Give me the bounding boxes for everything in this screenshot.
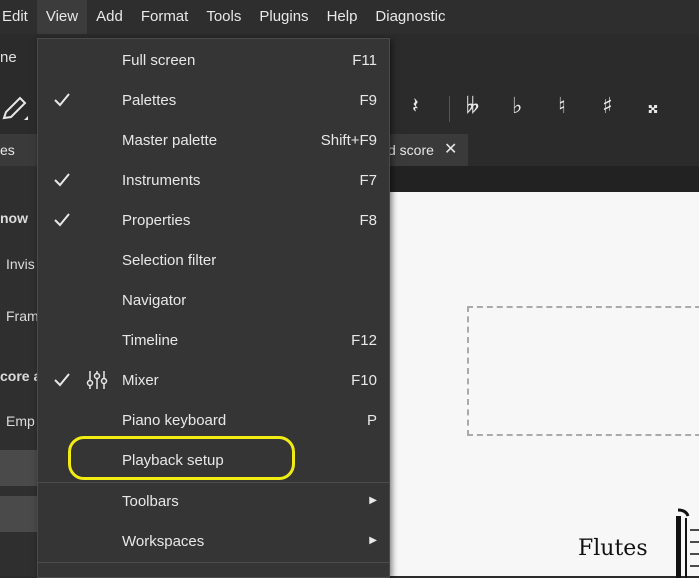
empty-option-label[interactable]: Emp [6,413,35,429]
panel-tab[interactable]: es [0,134,38,166]
menu-item-mixer[interactable]: Mixer F10 [38,361,389,401]
checkmark-icon [54,173,70,187]
checkmark-icon [54,213,70,227]
menu-help[interactable]: Help [318,0,367,34]
menu-item-label: Workspaces [122,533,205,550]
bracket-icon [676,508,699,578]
score-view-header [388,166,699,192]
shortcut-label: F11 [352,52,377,69]
menu-item-label: Navigator [122,292,187,309]
menu-item-label: Selection filter [122,252,217,269]
score-tab-label: d score [388,142,434,158]
menu-plugins[interactable]: Plugins [250,0,317,34]
score-tab[interactable]: d score ✕ [388,134,468,166]
sharp-icon[interactable]: ♯ [602,94,613,119]
menu-item-timeline[interactable]: Timeline F12 [38,321,389,361]
submenu-arrow-icon: ▶ [369,535,377,546]
menu-item-master-palette[interactable]: Master palette Shift+F9 [38,121,389,161]
shortcut-label: Shift+F9 [320,132,377,149]
menu-item-label: Full screen [122,52,196,69]
shortcut-label: F10 [351,372,377,389]
instrument-name: Flutes [578,536,648,561]
menu-item-label: Timeline [122,332,179,349]
menu-item-properties[interactable]: Properties F8 [38,201,389,241]
menu-item-label: Master palette [122,132,218,149]
checkmark-icon [54,93,70,107]
mixer-icon [86,371,108,389]
panel-section-show: now [0,210,28,226]
menu-format[interactable]: Format [132,0,198,34]
close-icon[interactable]: ✕ [444,134,457,166]
menu-bar: Edit View Add Format Tools Plugins Help … [0,0,699,34]
pencil-icon[interactable] [0,94,30,124]
menu-add[interactable]: Add [87,0,132,34]
menu-tools[interactable]: Tools [197,0,250,34]
menu-item-label: Toolbars [122,493,179,510]
menu-item-palettes[interactable]: Palettes F9 [38,81,389,121]
menu-item-toolbars[interactable]: Toolbars ▶ [38,482,389,522]
submenu-arrow-icon: ▶ [369,495,377,506]
home-tab[interactable]: ne [0,49,17,66]
menu-item-navigator[interactable]: Navigator [38,281,389,321]
highlight-annotation [68,436,295,480]
shortcut-label: F8 [359,212,377,229]
rest-icon[interactable]: 𝄽 [412,94,419,119]
menu-item-instruments[interactable]: Instruments F7 [38,161,389,201]
frame-option-label[interactable]: Fram [6,308,39,324]
menu-item-label: Palettes [122,92,177,109]
flat-icon[interactable]: ♭ [512,94,522,119]
properties-panel: es now Invis Fram core a Emp [0,134,42,576]
score-canvas[interactable]: Flutes [388,192,699,578]
view-menu-dropdown: Full screen F11 Palettes F9 Master palet… [37,38,390,578]
menu-diagnostic[interactable]: Diagnostic [366,0,454,34]
panel-button[interactable] [0,450,38,486]
double-flat-icon[interactable]: 𝄫 [466,94,479,119]
menu-item-selection-filter[interactable]: Selection filter [38,241,389,281]
menu-item-piano-keyboard[interactable]: Piano keyboard P [38,401,389,441]
menu-item-workspaces[interactable]: Workspaces ▶ [38,522,389,562]
checkmark-icon [54,373,70,387]
invisible-checkbox-label[interactable]: Invis [6,256,35,272]
natural-icon[interactable]: ♮ [558,94,566,119]
menu-item-label: Instruments [122,172,201,189]
shortcut-label: F9 [359,92,377,109]
double-sharp-icon[interactable]: 𝄪 [648,94,658,119]
menu-item-label: Piano keyboard [122,412,227,429]
shortcut-label: P [366,412,377,429]
shortcut-label: F12 [351,332,377,349]
toolbar-divider [449,96,450,122]
title-frame[interactable] [467,306,699,436]
menu-view[interactable]: View [36,0,88,34]
panel-section-score: core a [0,368,42,384]
menu-item-label: Mixer [122,372,159,389]
menu-item-full-screen[interactable]: Full screen F11 [38,41,389,81]
shortcut-label: F7 [359,172,377,189]
panel-button[interactable] [0,496,38,532]
menu-edit[interactable]: Edit [0,0,37,34]
menu-item-label: Properties [122,212,191,229]
menu-divider [38,562,389,563]
